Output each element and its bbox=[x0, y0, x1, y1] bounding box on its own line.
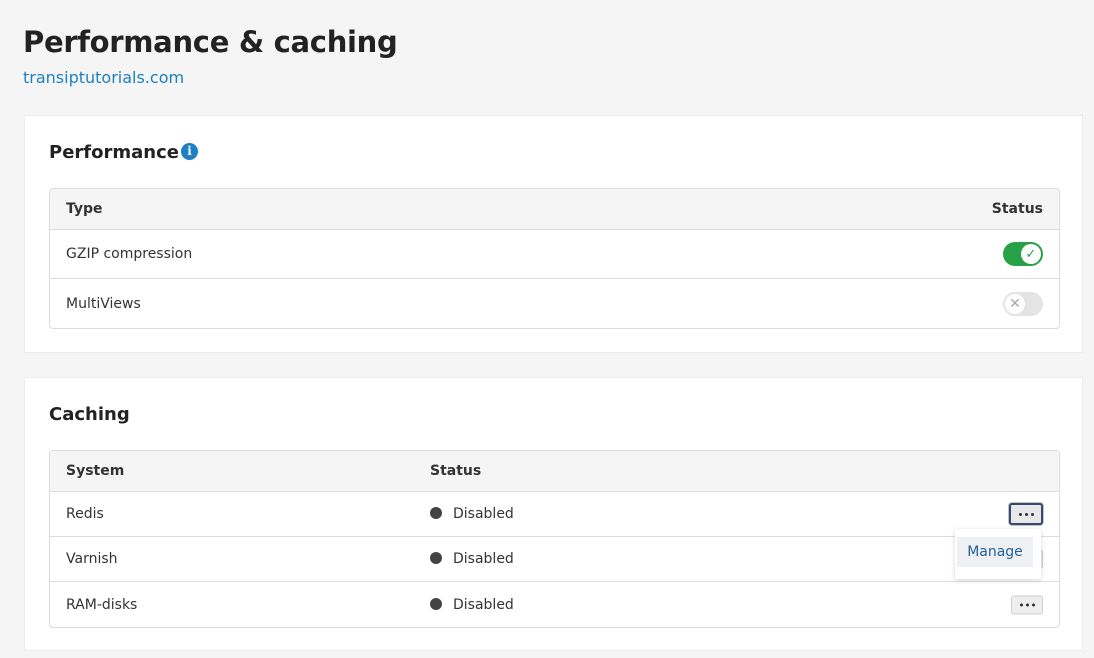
menu-item-manage[interactable]: Manage bbox=[957, 537, 1033, 567]
page-title: Performance & caching bbox=[23, 25, 398, 59]
row-type-label: GZIP compression bbox=[66, 246, 193, 262]
options-dropdown: Manage bbox=[955, 529, 1041, 579]
table-row-ram-disks: RAM-disks Disabled bbox=[50, 582, 1059, 627]
row-system-label: Varnish bbox=[66, 551, 118, 567]
row-system-label: Redis bbox=[66, 506, 104, 522]
performance-title: Performance bbox=[49, 142, 179, 163]
caching-title: Caching bbox=[49, 404, 130, 425]
ellipsis-icon bbox=[1018, 512, 1022, 516]
performance-card: Performance i Type Status GZIP compressi… bbox=[24, 115, 1083, 353]
header-type: Type bbox=[66, 201, 103, 217]
table-header: Type Status bbox=[50, 189, 1059, 230]
performance-table: Type Status GZIP compression ✓ MultiView… bbox=[49, 188, 1060, 329]
ellipsis-icon bbox=[1025, 603, 1029, 606]
row-system-label: RAM-disks bbox=[66, 596, 138, 613]
close-icon: ✕ bbox=[1005, 293, 1025, 314]
status-text: Disabled bbox=[453, 551, 514, 567]
ellipsis-icon bbox=[1031, 603, 1035, 606]
table-row-redis: Redis Disabled Manage bbox=[50, 492, 1059, 579]
header-system: System bbox=[66, 463, 125, 479]
caching-table: System Status Redis Disabled Manage Varn… bbox=[49, 450, 1060, 628]
multiviews-toggle[interactable]: ✕ bbox=[1003, 291, 1043, 316]
check-icon: ✓ bbox=[1021, 244, 1041, 264]
table-row-varnish: Varnish Disabled bbox=[50, 537, 1059, 582]
status-badge: Disabled bbox=[430, 506, 514, 522]
row-type-label: MultiViews bbox=[66, 295, 141, 312]
status-dot-icon bbox=[430, 552, 442, 564]
status-text: Disabled bbox=[453, 596, 514, 613]
table-row-gzip: GZIP compression ✓ bbox=[50, 230, 1059, 279]
domain-link[interactable]: transiptutorials.com bbox=[23, 68, 184, 87]
header-status: Status bbox=[991, 201, 1043, 217]
ellipsis-icon bbox=[1019, 603, 1023, 606]
more-options-button[interactable] bbox=[1011, 595, 1043, 614]
table-header: System Status bbox=[50, 451, 1059, 492]
caching-card: Caching System Status Redis Disabled Man… bbox=[24, 377, 1083, 651]
ellipsis-icon bbox=[1030, 512, 1034, 516]
info-icon[interactable]: i bbox=[181, 143, 198, 160]
status-badge: Disabled bbox=[430, 597, 514, 613]
more-options-button[interactable] bbox=[1009, 503, 1043, 525]
gzip-toggle[interactable]: ✓ bbox=[1003, 242, 1043, 266]
status-text: Disabled bbox=[453, 506, 514, 522]
status-badge: Disabled bbox=[430, 551, 514, 567]
ellipsis-icon bbox=[1024, 512, 1028, 516]
header-status: Status bbox=[430, 463, 482, 479]
status-dot-icon bbox=[430, 507, 442, 519]
table-row-multiviews: MultiViews ✕ bbox=[50, 279, 1059, 328]
status-dot-icon bbox=[430, 597, 442, 610]
